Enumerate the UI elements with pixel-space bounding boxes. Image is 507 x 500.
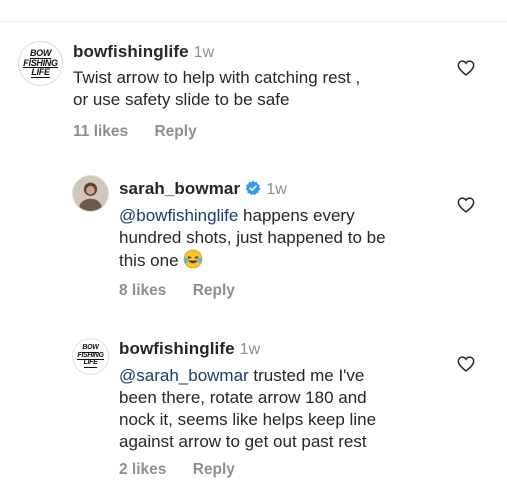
comment-text: @bowfishinglife happens every hundred sh…	[119, 206, 386, 270]
comment-username[interactable]: sarah_bowmar 1w	[119, 179, 287, 199]
comment-meta: 8 likes Reply	[119, 282, 257, 300]
reply-button[interactable]: Reply	[193, 282, 235, 299]
comment-meta: 11 likes Reply	[73, 123, 219, 141]
comment-time: 1w	[193, 44, 215, 61]
likes-count[interactable]: 8 likes	[119, 282, 166, 299]
comment-username[interactable]: bowfishinglife 1w	[73, 42, 214, 62]
comment-time: 1w	[266, 181, 287, 198]
avatar[interactable]	[72, 175, 109, 212]
comment-text: Twist arrow to help with catching rest ,…	[73, 68, 361, 109]
top-divider	[0, 21, 507, 22]
reply-button[interactable]: Reply	[154, 123, 196, 140]
comment-meta: 2 likes Reply	[119, 461, 257, 479]
likes-count[interactable]: 11 likes	[73, 123, 128, 140]
likes-count[interactable]: 2 likes	[119, 461, 166, 478]
verified-badge-icon	[245, 180, 261, 196]
mention-link[interactable]: @sarah_bowmar	[119, 366, 249, 385]
comment-time: 1w	[239, 341, 261, 358]
heart-outline-icon[interactable]	[457, 60, 475, 76]
comment-username[interactable]: bowfishinglife 1w	[119, 339, 260, 359]
avatar[interactable]: BOW FISHING LIFE	[72, 338, 109, 375]
profile-photo	[73, 176, 108, 211]
mention-link[interactable]: @bowfishinglife	[119, 206, 238, 225]
bowfishinglife-logo: BOW FISHING LIFE	[23, 48, 58, 78]
reply-button[interactable]: Reply	[193, 461, 235, 478]
avatar[interactable]: BOW FISHING LIFE	[18, 41, 63, 86]
heart-outline-icon[interactable]	[457, 356, 475, 372]
heart-outline-icon[interactable]	[457, 197, 475, 213]
laughing-tears-emoji	[183, 249, 203, 269]
comment-text: @sarah_bowmar trusted me I've been there…	[119, 366, 377, 451]
bowfishinglife-logo: BOW FISHING LIFE	[77, 344, 104, 368]
